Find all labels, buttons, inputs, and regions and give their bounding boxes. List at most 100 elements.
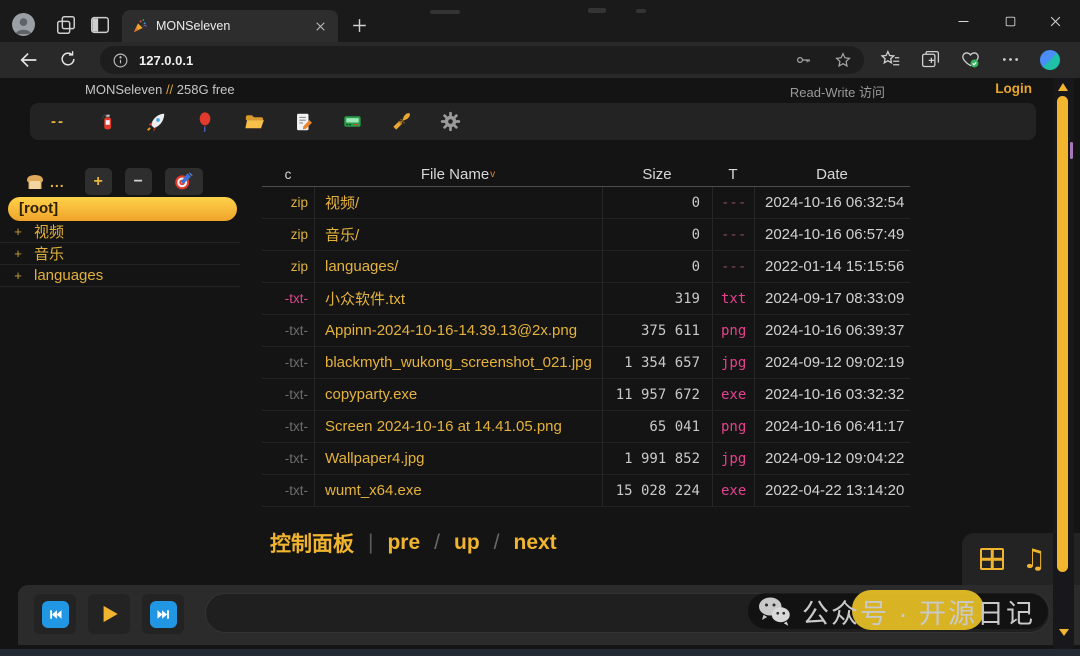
row-name[interactable]: wumt_x64.exe xyxy=(314,475,602,506)
table-row[interactable]: -txt- Wallpaper4.jpg 1 991 852 jpg 2024-… xyxy=(262,443,910,475)
pager-icon[interactable] xyxy=(340,110,364,134)
close-window-button[interactable] xyxy=(1040,10,1070,32)
tree-expand-button[interactable]: + xyxy=(85,168,112,195)
vertical-tabs-icon[interactable] xyxy=(89,14,111,36)
row-ext[interactable]: jpg xyxy=(712,443,754,474)
table-row[interactable]: zip 视频/ 0 --- 2024-10-16 06:32:54 xyxy=(262,187,910,219)
row-name[interactable]: copyparty.exe xyxy=(314,379,602,410)
row-c[interactable]: -txt- xyxy=(262,483,314,498)
scrollbar[interactable] xyxy=(1053,78,1074,649)
row-ext[interactable]: exe xyxy=(712,379,754,410)
tree-expander[interactable]: + xyxy=(8,268,28,283)
table-row[interactable]: -txt- Appinn-2024-10-16-14.39.13@2x.png … xyxy=(262,315,910,347)
scroll-up-arrow-icon[interactable] xyxy=(1058,83,1068,91)
settings-menu-icon[interactable] xyxy=(1000,49,1022,71)
profile-avatar[interactable] xyxy=(12,13,35,36)
copilot-icon[interactable] xyxy=(1040,50,1060,70)
tree-item[interactable]: + 音乐 xyxy=(0,243,240,265)
tree-item-root-selected[interactable]: [root] xyxy=(8,197,237,221)
tab-close-icon[interactable] xyxy=(312,18,328,34)
row-ext[interactable]: txt xyxy=(712,283,754,314)
up-link[interactable]: up xyxy=(454,531,480,555)
row-ext[interactable]: --- xyxy=(712,251,754,282)
table-row[interactable]: -txt- Screen 2024-10-16 at 14.41.05.png … xyxy=(262,411,910,443)
tree-expander[interactable]: + xyxy=(8,246,28,261)
column-header-name[interactable]: File Namev xyxy=(314,163,602,186)
row-name[interactable]: Wallpaper4.jpg xyxy=(314,443,602,474)
open-folder-icon[interactable] xyxy=(242,110,266,134)
browser-tab[interactable]: MONSeleven xyxy=(122,10,338,42)
rocket-icon[interactable] xyxy=(144,110,168,134)
trumpet-icon[interactable] xyxy=(389,110,413,134)
table-row[interactable]: zip languages/ 0 --- 2022-01-14 15:15:56 xyxy=(262,251,910,283)
table-row[interactable]: -txt- blackmyth_wukong_screenshot_021.jp… xyxy=(262,347,910,379)
row-ext[interactable]: --- xyxy=(712,219,754,250)
tree-item[interactable]: + languages xyxy=(0,265,240,287)
site-name[interactable]: MONSeleven xyxy=(85,82,162,97)
column-header-date[interactable]: Date xyxy=(754,163,910,186)
row-c[interactable]: zip xyxy=(262,259,314,274)
row-ext[interactable]: jpg xyxy=(712,347,754,378)
fire-extinguisher-icon[interactable] xyxy=(95,110,119,134)
row-name[interactable]: blackmyth_wukong_screenshot_021.jpg xyxy=(314,347,602,378)
tree-label[interactable]: 音乐 xyxy=(34,243,64,264)
breadcrumb-toggle-button[interactable]: ... xyxy=(16,168,72,195)
pre-link[interactable]: pre xyxy=(387,531,420,555)
gear-icon[interactable] xyxy=(438,110,462,134)
login-link[interactable]: Login xyxy=(995,81,1032,96)
tree-label[interactable]: 视频 xyxy=(34,221,64,242)
column-header-type[interactable]: T xyxy=(712,163,754,186)
toolbar-collapse-button[interactable]: -- xyxy=(46,113,70,130)
new-tab-button[interactable] xyxy=(350,16,370,36)
row-ext[interactable]: png xyxy=(712,315,754,346)
row-name[interactable]: 小众软件.txt xyxy=(314,283,602,314)
table-row[interactable]: -txt- 小众软件.txt 319 txt 2024-09-17 08:33:… xyxy=(262,283,910,315)
tree-expander[interactable]: + xyxy=(8,224,28,239)
column-header-size[interactable]: Size xyxy=(602,163,712,186)
url-text[interactable]: 127.0.0.1 xyxy=(139,53,794,68)
row-c[interactable]: zip xyxy=(262,195,314,210)
previous-track-button[interactable] xyxy=(34,594,76,634)
row-c[interactable]: zip xyxy=(262,227,314,242)
row-name[interactable]: Appinn-2024-10-16-14.39.13@2x.png xyxy=(314,315,602,346)
site-info-icon[interactable] xyxy=(112,52,129,69)
workspaces-icon[interactable] xyxy=(55,14,77,36)
collections-icon[interactable] xyxy=(920,49,942,71)
row-name[interactable]: Screen 2024-10-16 at 14.41.05.png xyxy=(314,411,602,442)
table-row[interactable]: zip 音乐/ 0 --- 2024-10-16 06:57:49 xyxy=(262,219,910,251)
minimize-button[interactable] xyxy=(948,10,978,32)
row-ext[interactable]: --- xyxy=(712,187,754,218)
scroll-down-arrow-icon[interactable] xyxy=(1059,629,1069,636)
tree-item[interactable]: + 视频 xyxy=(0,221,240,243)
tree-locate-button[interactable] xyxy=(165,168,203,195)
balloon-icon[interactable] xyxy=(193,110,217,134)
row-c[interactable]: -txt- xyxy=(262,291,314,306)
url-bar[interactable]: 127.0.0.1 xyxy=(100,46,864,74)
refresh-icon[interactable] xyxy=(58,49,80,71)
row-c[interactable]: -txt- xyxy=(262,387,314,402)
tree-collapse-button[interactable]: − xyxy=(125,168,152,195)
next-link[interactable]: next xyxy=(514,531,557,555)
row-ext[interactable]: png xyxy=(712,411,754,442)
row-c[interactable]: -txt- xyxy=(262,451,314,466)
row-c[interactable]: -txt- xyxy=(262,419,314,434)
row-c[interactable]: -txt- xyxy=(262,355,314,370)
next-track-button[interactable] xyxy=(142,594,184,634)
grid-view-icon[interactable] xyxy=(980,548,1004,570)
browser-essentials-icon[interactable] xyxy=(960,49,982,71)
tree-label[interactable]: languages xyxy=(34,267,103,284)
row-name[interactable]: languages/ xyxy=(314,251,602,282)
site-breadcrumb[interactable]: MONSeleven // 258G free xyxy=(85,82,235,97)
control-panel-link[interactable]: 控制面板 xyxy=(270,528,354,558)
password-key-icon[interactable] xyxy=(794,51,812,69)
column-header-c[interactable]: c xyxy=(262,167,314,182)
back-icon[interactable] xyxy=(18,49,40,71)
maximize-button[interactable] xyxy=(995,10,1025,32)
favorite-star-icon[interactable] xyxy=(834,51,852,69)
music-note-icon[interactable]: ♫ xyxy=(1022,546,1046,573)
table-row[interactable]: -txt- wumt_x64.exe 15 028 224 exe 2022-0… xyxy=(262,475,910,507)
memo-icon[interactable] xyxy=(291,110,315,134)
row-c[interactable]: -txt- xyxy=(262,323,314,338)
row-name[interactable]: 视频/ xyxy=(314,187,602,218)
play-button[interactable] xyxy=(88,594,130,634)
